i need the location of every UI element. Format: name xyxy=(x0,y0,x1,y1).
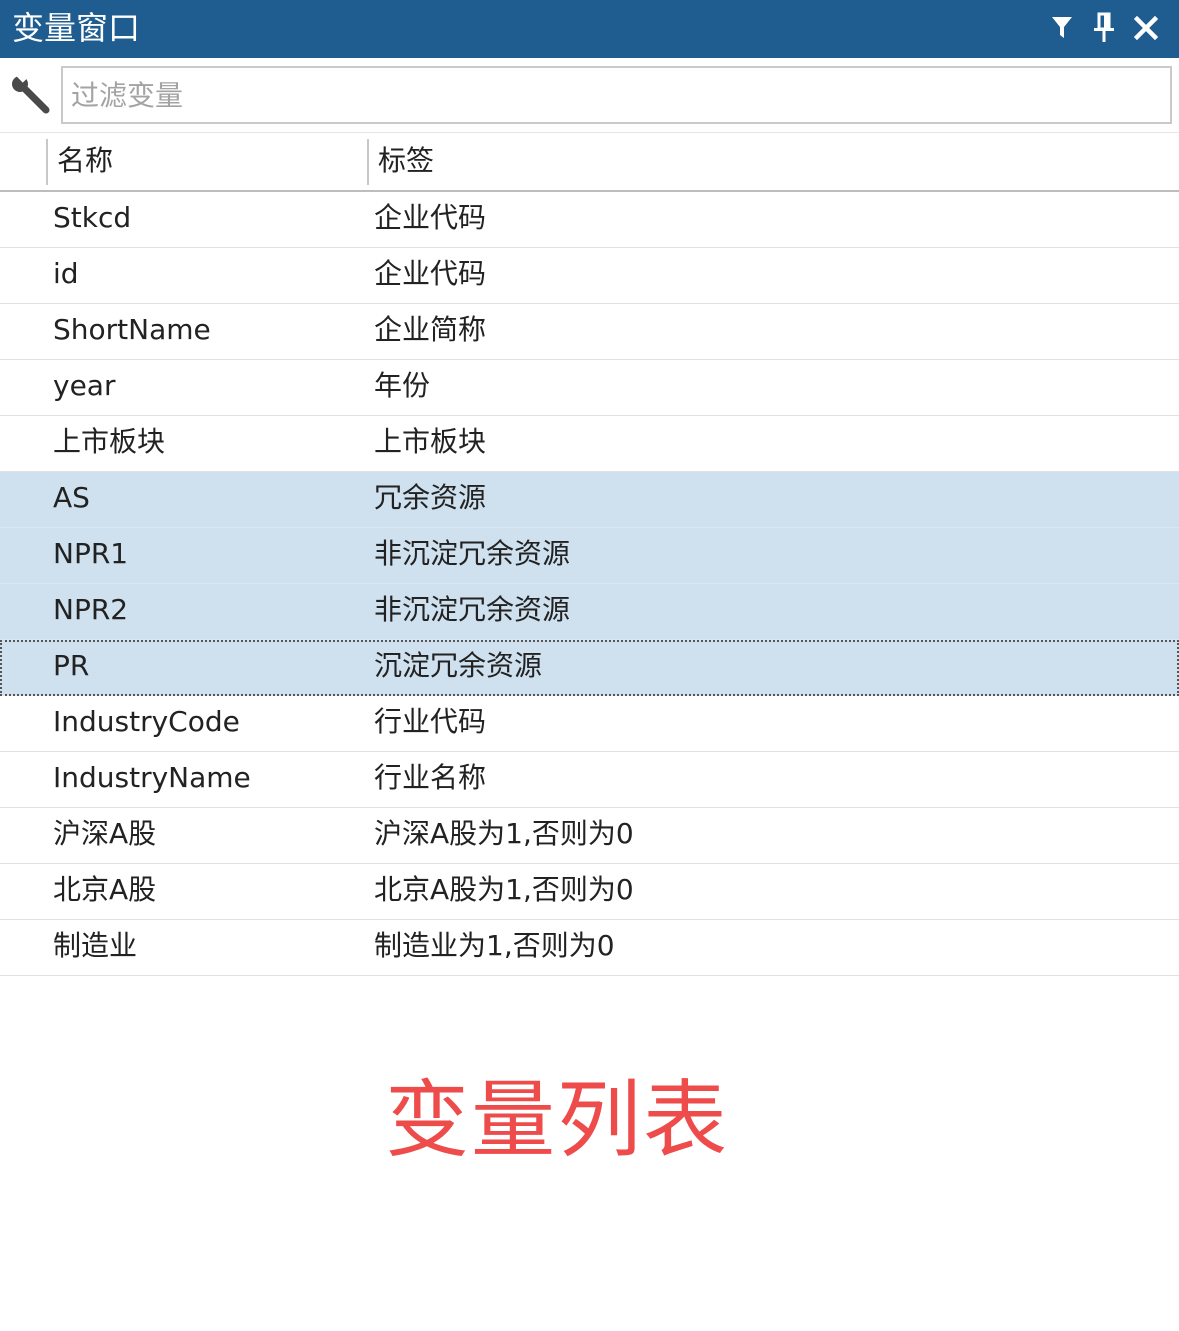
variable-label-cell: 沪深A股为1,否则为0 xyxy=(374,817,634,850)
table-row[interactable]: PR 沉淀冗余资源 xyxy=(0,640,1179,696)
wrench-icon[interactable] xyxy=(8,72,52,116)
variable-name-cell: ShortName xyxy=(53,313,211,346)
column-separator[interactable] xyxy=(46,139,48,185)
filter-bar xyxy=(0,58,1179,133)
variable-name-cell: AS xyxy=(53,481,90,514)
funnel-icon xyxy=(1052,17,1072,38)
filter-button[interactable] xyxy=(1047,10,1077,46)
pin-icon xyxy=(1094,12,1114,42)
variable-label-cell: 企业简称 xyxy=(374,313,487,346)
variable-name-cell: Stkcd xyxy=(53,201,132,234)
variable-name-cell: NPR1 xyxy=(53,537,129,570)
variable-name-cell: 北京A股 xyxy=(53,873,157,906)
variable-list: Stkcd 企业代码 id 企业代码 ShortName 企业简称 year 年份 上市板块 上市… xyxy=(0,192,1179,976)
variable-window: 变量窗口 过滤变量 名称 标签 Stkcd 企业代码 id 企业代码 Short… xyxy=(0,0,1179,1331)
variable-label-cell: 行业名称 xyxy=(374,761,487,794)
pin-button[interactable] xyxy=(1089,10,1119,46)
variable-label-cell: 企业代码 xyxy=(374,201,487,234)
table-row[interactable]: year 年份 xyxy=(0,360,1179,416)
variable-label-cell: 沉淀冗余资源 xyxy=(374,649,543,682)
table-row[interactable]: id 企业代码 xyxy=(0,248,1179,304)
table-row[interactable]: NPR2 非沉淀冗余资源 xyxy=(0,584,1179,640)
variable-name-cell: id xyxy=(53,257,79,290)
variable-name-cell: 制造业 xyxy=(53,929,138,962)
variable-label-cell: 行业代码 xyxy=(374,705,487,738)
variable-name-cell: year xyxy=(53,369,116,402)
variable-label-cell: 冗余资源 xyxy=(374,481,487,514)
table-row[interactable]: 沪深A股 沪深A股为1,否则为0 xyxy=(0,808,1179,864)
variable-label-cell: 非沉淀冗余资源 xyxy=(374,593,571,626)
table-row[interactable]: IndustryCode 行业代码 xyxy=(0,696,1179,752)
column-header-label[interactable]: 标签 xyxy=(378,141,434,181)
table-row[interactable]: ShortName 企业简称 xyxy=(0,304,1179,360)
variable-name-cell: IndustryCode xyxy=(53,705,240,738)
variable-label-cell: 非沉淀冗余资源 xyxy=(374,537,571,570)
variable-name-cell: 沪深A股 xyxy=(53,817,157,850)
variable-name-cell: NPR2 xyxy=(53,593,129,626)
variable-label-cell: 上市板块 xyxy=(374,425,487,458)
variable-label-cell: 制造业为1,否则为0 xyxy=(374,929,615,962)
variable-label-cell: 北京A股为1,否则为0 xyxy=(374,873,634,906)
variable-label-cell: 企业代码 xyxy=(374,257,487,290)
table-header: 名称 标签 xyxy=(0,133,1179,192)
table-row[interactable]: 北京A股 北京A股为1,否则为0 xyxy=(0,864,1179,920)
column-separator[interactable] xyxy=(367,139,369,185)
titlebar-buttons xyxy=(1047,10,1161,46)
variable-label-cell: 年份 xyxy=(374,369,431,402)
table-row[interactable]: 上市板块 上市板块 xyxy=(0,416,1179,472)
window-title: 变量窗口 xyxy=(12,9,141,47)
caption-text: 变量列表 xyxy=(384,1071,729,1169)
table-row[interactable]: 制造业 制造业为1,否则为0 xyxy=(0,920,1179,976)
variable-name-cell: PR xyxy=(53,649,90,682)
table-row[interactable]: Stkcd 企业代码 xyxy=(0,192,1179,248)
close-button[interactable] xyxy=(1131,10,1161,46)
filter-variables-input[interactable] xyxy=(61,66,1172,124)
table-row[interactable]: AS 冗余资源 xyxy=(0,472,1179,528)
variable-name-cell: IndustryName xyxy=(53,761,251,794)
close-icon xyxy=(1134,16,1158,40)
table-row[interactable]: IndustryName 行业名称 xyxy=(0,752,1179,808)
variable-name-cell: 上市板块 xyxy=(53,425,166,458)
column-header-name[interactable]: 名称 xyxy=(57,141,113,181)
window-titlebar: 变量窗口 xyxy=(0,0,1179,58)
table-row[interactable]: NPR1 非沉淀冗余资源 xyxy=(0,528,1179,584)
